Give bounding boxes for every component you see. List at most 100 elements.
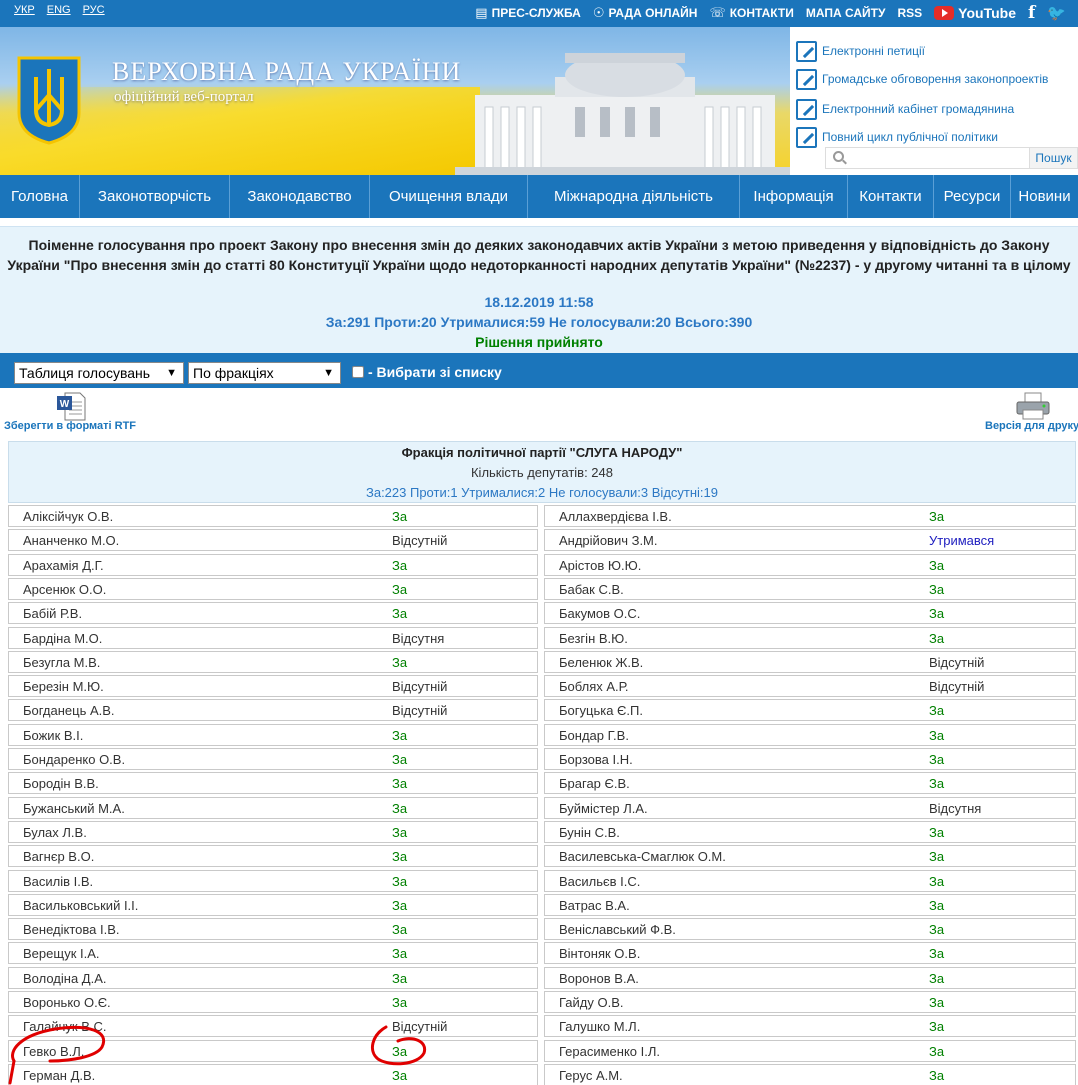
rss-link[interactable]: RSS: [897, 6, 922, 20]
deputy-name: Володіна Д.А.: [23, 971, 107, 986]
deputy-row: Володіна Д.А. За: [8, 967, 538, 989]
deputy-vote: За: [929, 946, 945, 961]
deputy-row: Богуцька Є.П. За: [544, 699, 1076, 721]
lang-ukr-link[interactable]: УКР: [14, 4, 35, 16]
language-switcher: УКР ENG РУС: [14, 4, 105, 16]
deputy-name: Безгін В.Ю.: [559, 631, 628, 646]
nav-item-information[interactable]: Інформація: [740, 175, 848, 218]
deputy-name: Венедіктова І.В.: [23, 922, 120, 937]
youtube-label: YouTube: [958, 5, 1016, 21]
dropdown-arrow-icon: ▼: [166, 367, 177, 379]
deputy-name: Вагнєр В.О.: [23, 849, 95, 864]
faction-votes: За:223 Проти:1 Утрималися:2 Не голосувал…: [365, 485, 718, 500]
deputy-vote: Відсутній: [929, 679, 985, 694]
twitter-icon[interactable]: 🐦: [1047, 4, 1066, 22]
deputy-name: Богуцька Є.П.: [559, 703, 643, 718]
deputy-vote: За: [929, 558, 945, 573]
quick-link-public-discussion[interactable]: Громадське обговорення законопроектів: [796, 65, 1078, 93]
sitemap-link[interactable]: МАПА САЙТУ: [806, 6, 886, 20]
quick-link-citizen-cabinet[interactable]: Електронний кабінет громадянина: [796, 95, 1078, 123]
vote-counts: За:291 Проти:20 Утрималися:59 Не голосув…: [325, 314, 753, 330]
nav-item-contacts[interactable]: Контакти: [848, 175, 934, 218]
nav-item-resources[interactable]: Ресурси: [934, 175, 1011, 218]
deputy-row: Брагар Є.В. За: [544, 772, 1076, 794]
lang-rus-link[interactable]: РУС: [83, 4, 105, 16]
deputy-name: Брагар Є.В.: [559, 776, 630, 791]
site-title[interactable]: ВЕРХОВНА РАДА УКРАЇНИ: [112, 57, 461, 87]
vote-datetime: 18.12.2019 11:58: [484, 294, 594, 310]
deputy-name: Ватрас В.А.: [559, 898, 630, 913]
deputy-vote: За: [392, 825, 408, 840]
top-links: ▤ ПРЕС-СЛУЖБА ☉ РАДА ОНЛАЙН ☏ КОНТАКТИ М…: [475, 3, 1066, 23]
deputy-row: Божик В.І. За: [8, 724, 538, 746]
nav-item-international[interactable]: Міжнародна діяльність: [528, 175, 740, 218]
deputy-row: Богданець А.В. Відсутній: [8, 699, 538, 721]
deputy-row: Борзова І.Н. За: [544, 748, 1076, 770]
youtube-icon: [934, 6, 955, 20]
deputy-row: Ананченко М.О. Відсутній: [8, 529, 538, 551]
deputy-row: Бакумов О.С. За: [544, 602, 1076, 624]
nav-item-home[interactable]: Головна: [0, 175, 80, 218]
quick-link-petitions[interactable]: Електронні петиції: [796, 37, 1078, 65]
deputy-row: Верещук І.А. За: [8, 942, 538, 964]
nav-item-news[interactable]: Новини: [1011, 175, 1078, 218]
contacts-link[interactable]: ☏ КОНТАКТИ: [709, 5, 793, 21]
parliament-building-image: [455, 53, 790, 175]
deputy-vote: Відсутній: [392, 679, 448, 694]
deputy-name: Галушко М.Л.: [559, 1019, 641, 1034]
deputy-row: Вагнєр В.О. За: [8, 845, 538, 867]
edit-icon: [796, 40, 817, 62]
save-rtf-link[interactable]: W Зберегти в форматі RTF: [4, 392, 144, 434]
nav-item-lawmaking[interactable]: Законотворчість: [80, 175, 230, 218]
deputy-row: Веніславський Ф.В. За: [544, 918, 1076, 940]
vote-decision: Рішення прийнято: [475, 334, 603, 350]
lang-eng-link[interactable]: ENG: [47, 4, 71, 16]
print-version-link[interactable]: Версія для друку: [985, 392, 1078, 434]
deputy-name: Бабак С.В.: [559, 582, 624, 597]
youtube-link[interactable]: YouTube: [934, 5, 1016, 21]
deputy-vote: За: [392, 801, 408, 816]
search-button[interactable]: Пошук: [1029, 147, 1078, 169]
deputy-name: Воронько О.Є.: [23, 995, 111, 1010]
group-select[interactable]: По фракціях ▼: [188, 362, 341, 384]
deputy-row: Бунін С.В. За: [544, 821, 1076, 843]
deputy-name: Бородін В.В.: [23, 776, 99, 791]
deputy-name: Беленюк Ж.В.: [559, 655, 644, 670]
nav-item-lustration[interactable]: Очищення влади: [370, 175, 528, 218]
quick-link-label: Електронний кабінет громадянина: [822, 102, 1015, 116]
deputy-name: Ананченко М.О.: [23, 533, 120, 548]
deputy-vote: За: [392, 874, 408, 889]
deputy-vote: За: [929, 703, 945, 718]
deputy-vote: За: [929, 1044, 945, 1059]
choose-from-list-checkbox[interactable]: [352, 366, 364, 378]
deputy-vote: За: [929, 582, 945, 597]
deputy-name: Герус А.М.: [559, 1068, 623, 1083]
deputy-vote: За: [392, 971, 408, 986]
quick-link-label: Повний цикл публічної політики: [822, 130, 998, 144]
deputy-row: Буймістер Л.А. Відсутня: [544, 797, 1076, 819]
quick-links: Електронні петиції Громадське обговоренн…: [796, 37, 1078, 151]
faction-header: Фракція політичної партії "СЛУГА НАРОДУ"…: [8, 441, 1076, 503]
deputy-vote: За: [929, 776, 945, 791]
facebook-icon[interactable]: f: [1028, 3, 1035, 23]
deputy-name: Василевська-Смаглюк О.М.: [559, 849, 726, 864]
rada-online-link[interactable]: ☉ РАДА ОНЛАЙН: [593, 5, 698, 21]
press-service-link[interactable]: ▤ ПРЕС-СЛУЖБА: [475, 5, 581, 21]
nav-item-legislation[interactable]: Законодавство: [230, 175, 370, 218]
deputy-name: Верещук І.А.: [23, 946, 100, 961]
deputy-vote: За: [392, 606, 408, 621]
deputy-vote: Відсутній: [392, 703, 448, 718]
deputy-name: Бакумов О.С.: [559, 606, 641, 621]
view-select[interactable]: Таблиця голосувань ▼: [14, 362, 184, 384]
site-subtitle: офіційний веб-портал: [114, 89, 254, 105]
deputy-vote: За: [929, 1019, 945, 1034]
faction-name: Фракція політичної партії "СЛУГА НАРОДУ": [401, 445, 683, 460]
header: ВЕРХОВНА РАДА УКРАЇНИ офіційний веб-порт…: [0, 27, 1078, 175]
deputy-vote: За: [392, 1044, 408, 1059]
deputy-row: Андрійович З.М. Утримався: [544, 529, 1076, 551]
search-input[interactable]: [825, 147, 1029, 169]
deputy-name: Бужанський М.А.: [23, 801, 125, 816]
broadcast-icon: ☉: [592, 5, 605, 20]
deputy-vote: Відсутня: [392, 631, 445, 646]
coat-of-arms-icon: [17, 56, 81, 145]
